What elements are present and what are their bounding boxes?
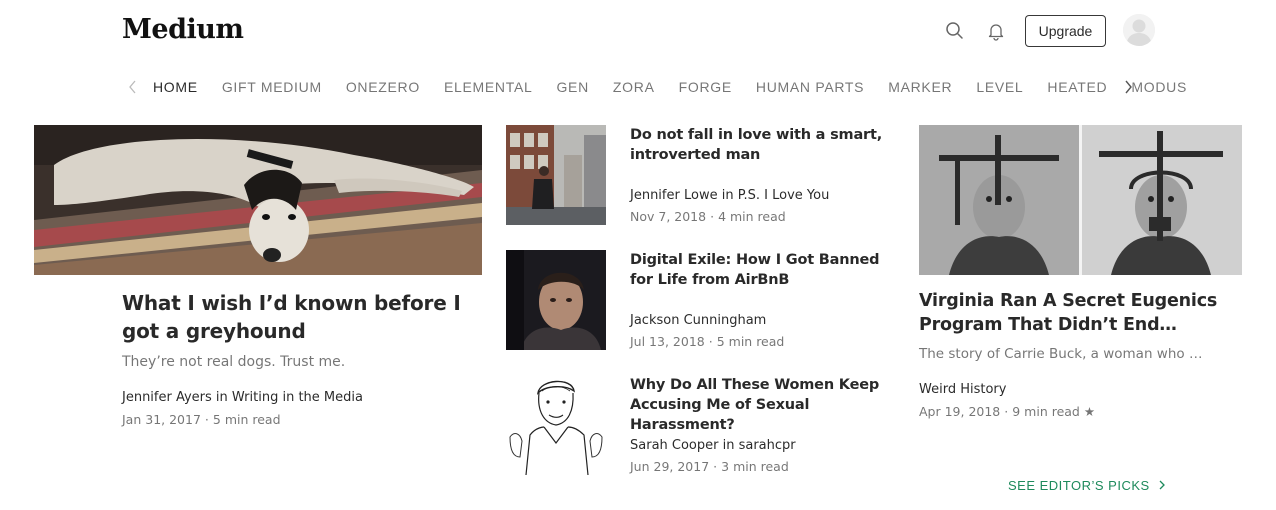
article-date: Jul 13, 2018 (630, 334, 705, 349)
article-meta: Nov 7, 2018 · 4 min read (630, 209, 786, 224)
see-editors-picks-link[interactable]: SEE EDITOR’S PICKS (1008, 478, 1166, 493)
featured-author[interactable]: Jennifer Ayers in Writing in the Media (122, 390, 363, 405)
article-author[interactable]: Jennifer Lowe in P.S. I Love You (630, 188, 829, 203)
nav-item-onezero[interactable]: ONEZERO (346, 79, 420, 96)
right-meta: Apr 19, 2018 · 9 min read ★ (919, 404, 1096, 419)
right-title[interactable]: Virginia Ran A Secret Eugenics Program T… (919, 289, 1239, 337)
article-author[interactable]: Jackson Cunningham (630, 313, 766, 328)
star-icon: ★ (1083, 404, 1096, 419)
right-read-time: 9 min read (1012, 404, 1080, 419)
article-date: Jun 29, 2017 (630, 459, 710, 474)
article-read-time: 3 min read (721, 459, 789, 474)
article-read-time: 5 min read (716, 334, 785, 349)
chevron-left-icon[interactable] (125, 78, 141, 96)
eugenics-image[interactable] (919, 125, 1242, 275)
nav-item-human-parts[interactable]: HUMAN PARTS (756, 79, 864, 96)
chevron-right-icon[interactable] (1121, 78, 1137, 96)
right-subtitle: The story of Carrie Buck, a woman who … (919, 346, 1203, 362)
right-author[interactable]: Weird History (919, 382, 1006, 397)
article-title[interactable]: Why Do All These Women Keep Accusing Me … (630, 375, 898, 435)
upgrade-button[interactable]: Upgrade (1025, 15, 1106, 47)
article-title[interactable]: Do not fall in love with a smart, introv… (630, 125, 898, 165)
nav-item-home[interactable]: HOME (153, 79, 198, 96)
airbnb-exile-image[interactable] (506, 250, 606, 350)
nav-item-forge[interactable]: FORGE (679, 79, 732, 96)
featured-meta: Jan 31, 2017 · 5 min read (122, 412, 281, 427)
see-editors-picks-label: SEE EDITOR’S PICKS (1008, 478, 1150, 493)
nav-item-zora[interactable]: ZORA (613, 79, 655, 96)
featured-read-time: 5 min read (212, 412, 281, 427)
featured-title[interactable]: What I wish I’d known before I got a gre… (122, 289, 482, 345)
right-date: Apr 19, 2018 (919, 404, 1001, 419)
nav-item-marker[interactable]: MARKER (888, 79, 952, 96)
introverted-man-image[interactable] (506, 125, 606, 225)
nav-item-heated[interactable]: HEATED (1047, 79, 1107, 96)
medium-logo[interactable]: Medium (122, 14, 244, 45)
topic-nav: HOME GIFT MEDIUM ONEZERO ELEMENTAL GEN Z… (153, 79, 1211, 96)
nav-item-gift-medium[interactable]: GIFT MEDIUM (222, 79, 322, 96)
nav-item-level[interactable]: LEVEL (976, 79, 1023, 96)
nav-item-modus[interactable]: MODUS (1131, 79, 1187, 96)
article-title[interactable]: Digital Exile: How I Got Banned for Life… (630, 250, 898, 290)
search-icon[interactable] (944, 20, 966, 42)
greyhound-image[interactable] (34, 125, 482, 275)
chevron-right-icon (1158, 478, 1166, 493)
article-meta: Jul 13, 2018 · 5 min read (630, 334, 785, 349)
nav-item-elemental[interactable]: ELEMENTAL (444, 79, 533, 96)
article-meta: Jun 29, 2017 · 3 min read (630, 459, 789, 474)
nav-item-gen[interactable]: GEN (556, 79, 588, 96)
avatar[interactable] (1123, 14, 1155, 46)
featured-date: Jan 31, 2017 (122, 412, 201, 427)
bell-icon[interactable] (985, 20, 1007, 42)
featured-subtitle: They’re not real dogs. Trust me. (122, 354, 346, 370)
article-author[interactable]: Sarah Cooper in sarahcpr (630, 438, 796, 453)
sketch-man-image[interactable] (506, 375, 606, 475)
article-read-time: 4 min read (718, 209, 786, 224)
article-date: Nov 7, 2018 (630, 209, 707, 224)
